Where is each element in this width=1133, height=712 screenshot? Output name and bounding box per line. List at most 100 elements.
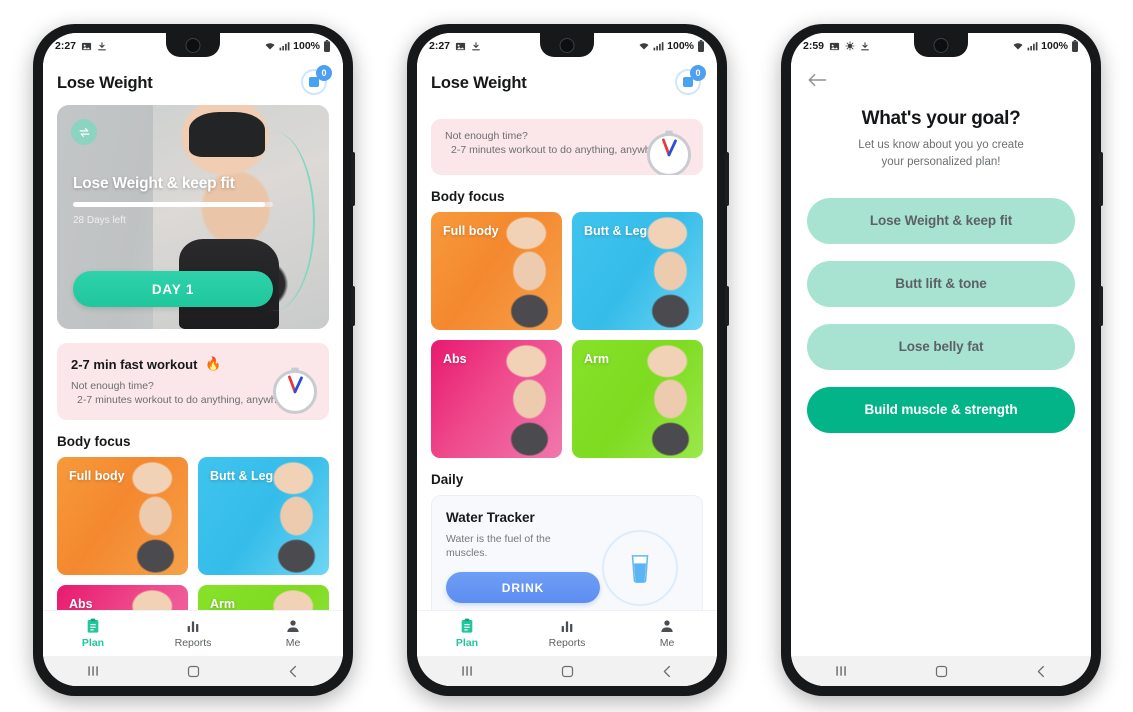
phone-device-2: 2:27 100% Lose Weight 0 Not enough time?… <box>407 24 729 696</box>
tile-photo <box>114 457 188 575</box>
clipboard-icon <box>85 618 101 634</box>
back-icon[interactable] <box>286 664 301 679</box>
body-focus-tile-butt-leg[interactable]: Butt & Leg <box>198 457 329 575</box>
battery-percent: 100% <box>667 40 694 52</box>
battery-percent: 100% <box>293 40 320 52</box>
goal-subheading-line-1: Let us know about you yo create <box>858 139 1024 151</box>
download-icon <box>471 41 481 52</box>
nav-tab-me[interactable]: Me <box>617 618 717 649</box>
tile-photo <box>488 340 562 458</box>
app-body-1: Lose Weight 0 Lose Weight & keep fit 28 … <box>43 59 343 686</box>
recents-icon[interactable] <box>85 663 101 679</box>
wifi-icon <box>1012 41 1024 51</box>
back-icon[interactable] <box>1034 664 1049 679</box>
goal-option-lose-weight[interactable]: Lose Weight & keep fit <box>807 197 1075 244</box>
system-nav-2 <box>417 656 717 686</box>
tile-photo <box>114 585 188 610</box>
fast-workout-card-1[interactable]: 2-7 min fast workout 🔥 Not enough time? … <box>57 343 329 420</box>
goal-option-lose-belly-fat[interactable]: Lose belly fat <box>807 323 1075 370</box>
nav-tab-reports[interactable]: Reports <box>143 618 243 649</box>
tile-photo <box>629 340 703 458</box>
bar-chart-icon <box>185 618 201 634</box>
stopwatch-icon <box>267 362 323 418</box>
download-icon <box>97 41 107 52</box>
tile-label: Full body <box>443 224 499 238</box>
recents-icon[interactable] <box>459 663 475 679</box>
stopwatch-icon <box>641 125 697 175</box>
goal-heading: What's your goal? <box>861 108 1021 129</box>
swap-icon[interactable] <box>71 119 97 145</box>
start-day-button[interactable]: DAY 1 <box>73 271 273 307</box>
home-icon[interactable] <box>186 664 201 679</box>
battery-icon <box>1071 40 1079 52</box>
power-button[interactable] <box>351 152 355 206</box>
nav-label: Me <box>285 637 301 649</box>
volume-button[interactable] <box>725 286 729 326</box>
goal-subheading-line-2: your personalized plan! <box>881 156 1001 169</box>
body-focus-tile-abs[interactable]: Abs <box>57 585 188 610</box>
hero-title: Lose Weight & keep fit <box>73 175 235 192</box>
water-tracker-card[interactable]: Water Tracker Water is the fuel of the m… <box>431 495 703 610</box>
tile-label: Abs <box>69 597 93 610</box>
power-button[interactable] <box>1099 152 1103 206</box>
body-focus-tile-full-body[interactable]: Full body <box>431 212 562 330</box>
page-title: Lose Weight <box>57 73 153 92</box>
volume-button[interactable] <box>351 286 355 326</box>
water-progress-ring <box>602 530 678 606</box>
progress-badge-icon[interactable]: 0 <box>301 65 332 97</box>
status-time: 2:27 <box>429 40 451 52</box>
app-body-3: What's your goal? Let us know about you … <box>791 59 1091 686</box>
camera-notch <box>914 33 968 57</box>
nav-label: Reports <box>548 637 586 649</box>
home-icon[interactable] <box>560 664 575 679</box>
scroll-content-3: What's your goal? Let us know about you … <box>791 59 1091 656</box>
goal-option-build-muscle[interactable]: Build muscle & strength <box>807 386 1075 433</box>
body-focus-tile-abs[interactable]: Abs <box>431 340 562 458</box>
signal-icon <box>653 41 664 51</box>
phone-3-screen: 2:59 100% What's your goal? Let us know … <box>791 33 1091 686</box>
nav-label: Plan <box>455 637 479 649</box>
scroll-content-2: Lose Weight 0 Not enough time? 2-7 minut… <box>417 59 717 610</box>
body-focus-tile-arm[interactable]: Arm <box>572 340 703 458</box>
water-tracker-subtitle: Water is the fuel of the muscles. <box>446 533 551 560</box>
scroll-content-1: Lose Weight 0 Lose Weight & keep fit 28 … <box>43 59 343 610</box>
home-icon[interactable] <box>934 664 949 679</box>
back-arrow-icon[interactable] <box>791 59 1091 94</box>
body-focus-tile-butt-leg[interactable]: Butt & Leg <box>572 212 703 330</box>
screenshot-stage: 2:27 100% Lose Weight 0 Lose Weight & ke… <box>0 0 1133 712</box>
phone-1-screen: 2:27 100% Lose Weight 0 Lose Weight & ke… <box>43 33 343 686</box>
nav-tab-plan[interactable]: Plan <box>43 618 143 649</box>
daily-heading: Daily <box>431 472 464 487</box>
phone-2-screen: 2:27 100% Lose Weight 0 Not enough time?… <box>417 33 717 686</box>
fast-workout-card-2[interactable]: Not enough time? 2-7 minutes workout to … <box>431 119 703 175</box>
hero-plan-card[interactable]: Lose Weight & keep fit 28 Days left DAY … <box>57 105 329 329</box>
body-focus-tile-arm[interactable]: Arm <box>198 585 329 610</box>
wifi-icon <box>638 41 650 51</box>
body-focus-heading-2: Body focus <box>431 189 505 204</box>
nav-label: Plan <box>81 637 105 649</box>
clipboard-icon <box>459 618 475 634</box>
tile-label: Arm <box>584 352 610 366</box>
fast-workout-title: 2-7 min fast workout <box>71 356 198 372</box>
goal-option-butt-lift[interactable]: Butt lift & tone <box>807 260 1075 307</box>
nav-tab-plan[interactable]: Plan <box>417 618 517 649</box>
recents-icon[interactable] <box>833 663 849 679</box>
progress-badge-icon[interactable]: 0 <box>675 65 706 97</box>
back-icon[interactable] <box>660 664 675 679</box>
system-nav-3 <box>791 656 1091 686</box>
body-focus-tile-full-body[interactable]: Full body <box>57 457 188 575</box>
fire-icon: 🔥 <box>205 356 222 371</box>
phone-device-1: 2:27 100% Lose Weight 0 Lose Weight & ke… <box>33 24 355 696</box>
water-tracker-title: Water Tracker <box>446 510 535 525</box>
nav-tab-me[interactable]: Me <box>243 618 343 649</box>
power-button[interactable] <box>725 152 729 206</box>
tile-label: Abs <box>443 352 467 366</box>
tile-label: Butt & Leg <box>210 469 274 483</box>
drink-button[interactable]: DRINK <box>446 572 600 604</box>
camera-notch <box>166 33 220 57</box>
badge-count: 0 <box>690 65 706 81</box>
nav-tab-reports[interactable]: Reports <box>517 618 617 649</box>
hero-days-left: 28 Days left <box>73 215 126 226</box>
bar-chart-icon <box>559 618 575 634</box>
volume-button[interactable] <box>1099 286 1103 326</box>
